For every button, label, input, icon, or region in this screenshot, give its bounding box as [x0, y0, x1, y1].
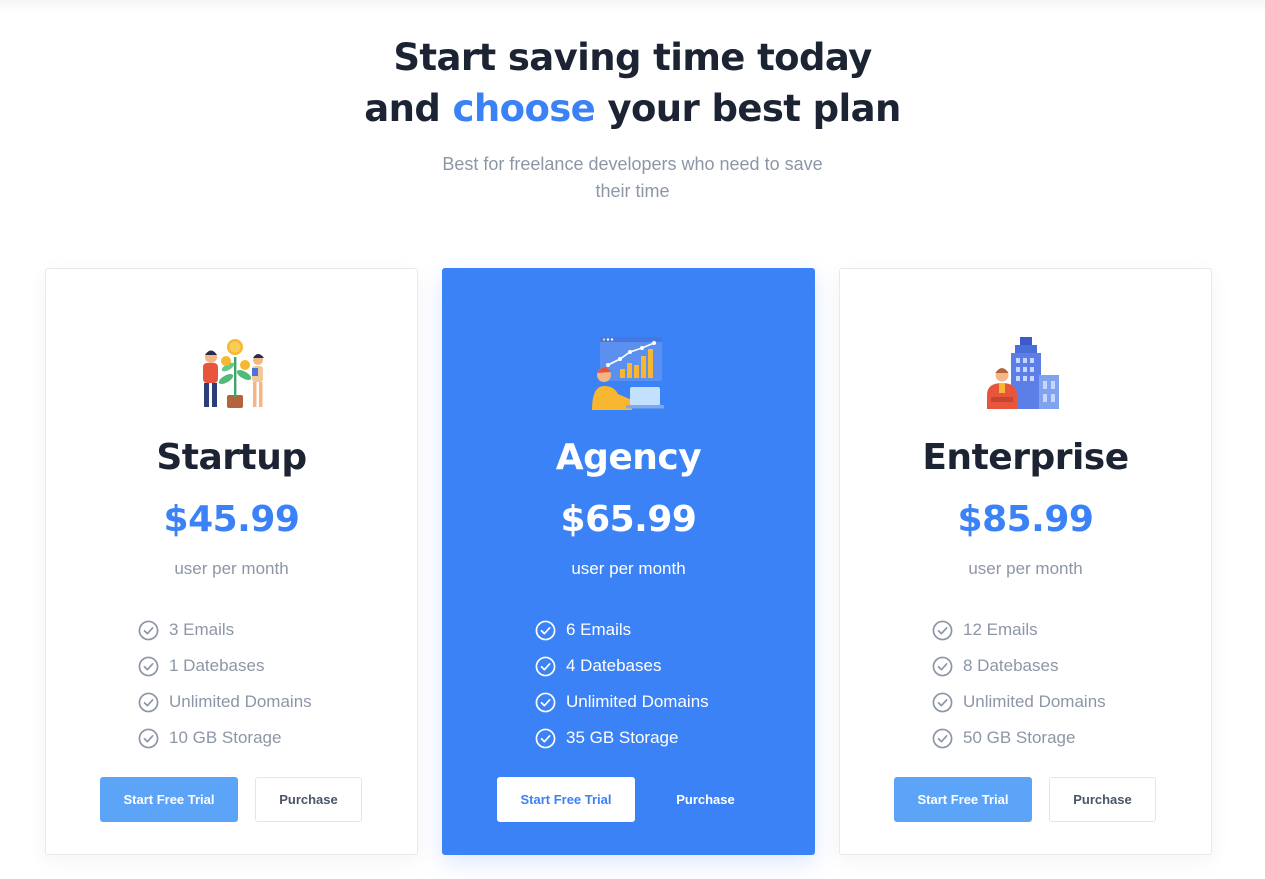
- check-circle-icon: [932, 692, 953, 712]
- feature-label: 8 Datebases: [963, 656, 1059, 675]
- feature-item: 1 Datebases: [138, 648, 398, 684]
- feature-item: 50 GB Storage: [932, 720, 1192, 756]
- check-circle-icon: [932, 620, 953, 640]
- feature-item: Unlimited Domains: [932, 684, 1192, 720]
- feature-label: 10 GB Storage: [169, 728, 282, 747]
- feature-item: 12 Emails: [932, 612, 1192, 648]
- check-circle-icon: [535, 692, 556, 712]
- check-circle-icon: [535, 656, 556, 676]
- feature-item: 35 GB Storage: [535, 720, 795, 756]
- feature-label: 35 GB Storage: [566, 728, 679, 747]
- start-free-trial-button[interactable]: Start Free Trial: [894, 777, 1032, 822]
- purchase-button[interactable]: Purchase: [1049, 777, 1156, 822]
- check-circle-icon: [932, 728, 953, 748]
- check-circle-icon: [535, 728, 556, 748]
- check-circle-icon: [138, 656, 159, 676]
- feature-item: 8 Datebases: [932, 648, 1192, 684]
- office-building-illustration-icon: [987, 337, 1059, 409]
- pricing-header: Start saving time today and choose your …: [0, 32, 1265, 205]
- plan-period: user per month: [174, 559, 289, 578]
- feature-label: Unlimited Domains: [566, 692, 709, 711]
- growth-chart-laptop-illustration-icon: [592, 337, 664, 410]
- feature-item: 4 Datebases: [535, 648, 795, 684]
- plan-card-enterprise: Enterprise $85.99 user per month 12 Emai…: [839, 268, 1212, 855]
- check-circle-icon: [932, 656, 953, 676]
- plan-price: $85.99: [957, 499, 1094, 540]
- feature-label: 50 GB Storage: [963, 728, 1076, 747]
- check-circle-icon: [138, 692, 159, 712]
- feature-item: Unlimited Domains: [138, 684, 398, 720]
- feature-label: 6 Emails: [566, 620, 632, 639]
- feature-label: 4 Datebases: [566, 656, 662, 675]
- plan-price: $65.99: [560, 499, 697, 540]
- feature-item: Unlimited Domains: [535, 684, 795, 720]
- feature-label: Unlimited Domains: [963, 692, 1106, 711]
- feature-label: 3 Emails: [169, 620, 235, 639]
- start-free-trial-button[interactable]: Start Free Trial: [497, 777, 635, 822]
- check-circle-icon: [138, 620, 159, 640]
- title-line-1: Start saving time today: [393, 36, 872, 79]
- feature-item: 3 Emails: [138, 612, 398, 648]
- feature-item: 10 GB Storage: [138, 720, 398, 756]
- money-plant-illustration-icon: [203, 339, 264, 408]
- purchase-button[interactable]: Purchase: [255, 777, 362, 822]
- feature-label: 1 Datebases: [169, 656, 265, 675]
- feature-item: 6 Emails: [535, 612, 795, 648]
- feature-list: 6 Emails 4 Datebases Unlimited Domains 3…: [535, 612, 795, 756]
- title-accent-word: choose: [452, 87, 596, 130]
- title-line-2-after: your best plan: [595, 87, 901, 130]
- purchase-button[interactable]: Purchase: [652, 777, 759, 822]
- plan-name: Startup: [156, 437, 307, 478]
- page-title: Start saving time today and choose your …: [0, 32, 1265, 134]
- plan-card-agency: Agency $65.99 user per month 6 Emails 4 …: [442, 268, 815, 855]
- plan-card-startup: Startup $45.99 user per month 3 Emails 1…: [45, 268, 418, 855]
- plan-period: user per month: [571, 559, 686, 578]
- start-free-trial-button[interactable]: Start Free Trial: [100, 777, 238, 822]
- plan-name: Enterprise: [922, 437, 1129, 478]
- page-subtitle: Best for freelance developers who need t…: [442, 154, 823, 201]
- plan-name: Agency: [555, 437, 702, 478]
- plan-period: user per month: [968, 559, 1083, 578]
- title-line-2-before: and: [364, 87, 453, 130]
- check-circle-icon: [138, 728, 159, 748]
- feature-label: 12 Emails: [963, 620, 1038, 639]
- feature-list: 3 Emails 1 Datebases Unlimited Domains 1…: [138, 612, 398, 756]
- plan-price: $45.99: [163, 499, 300, 540]
- feature-label: Unlimited Domains: [169, 692, 312, 711]
- check-circle-icon: [535, 620, 556, 640]
- feature-list: 12 Emails 8 Datebases Unlimited Domains …: [932, 612, 1192, 756]
- top-bar-shadow: [0, 0, 1265, 14]
